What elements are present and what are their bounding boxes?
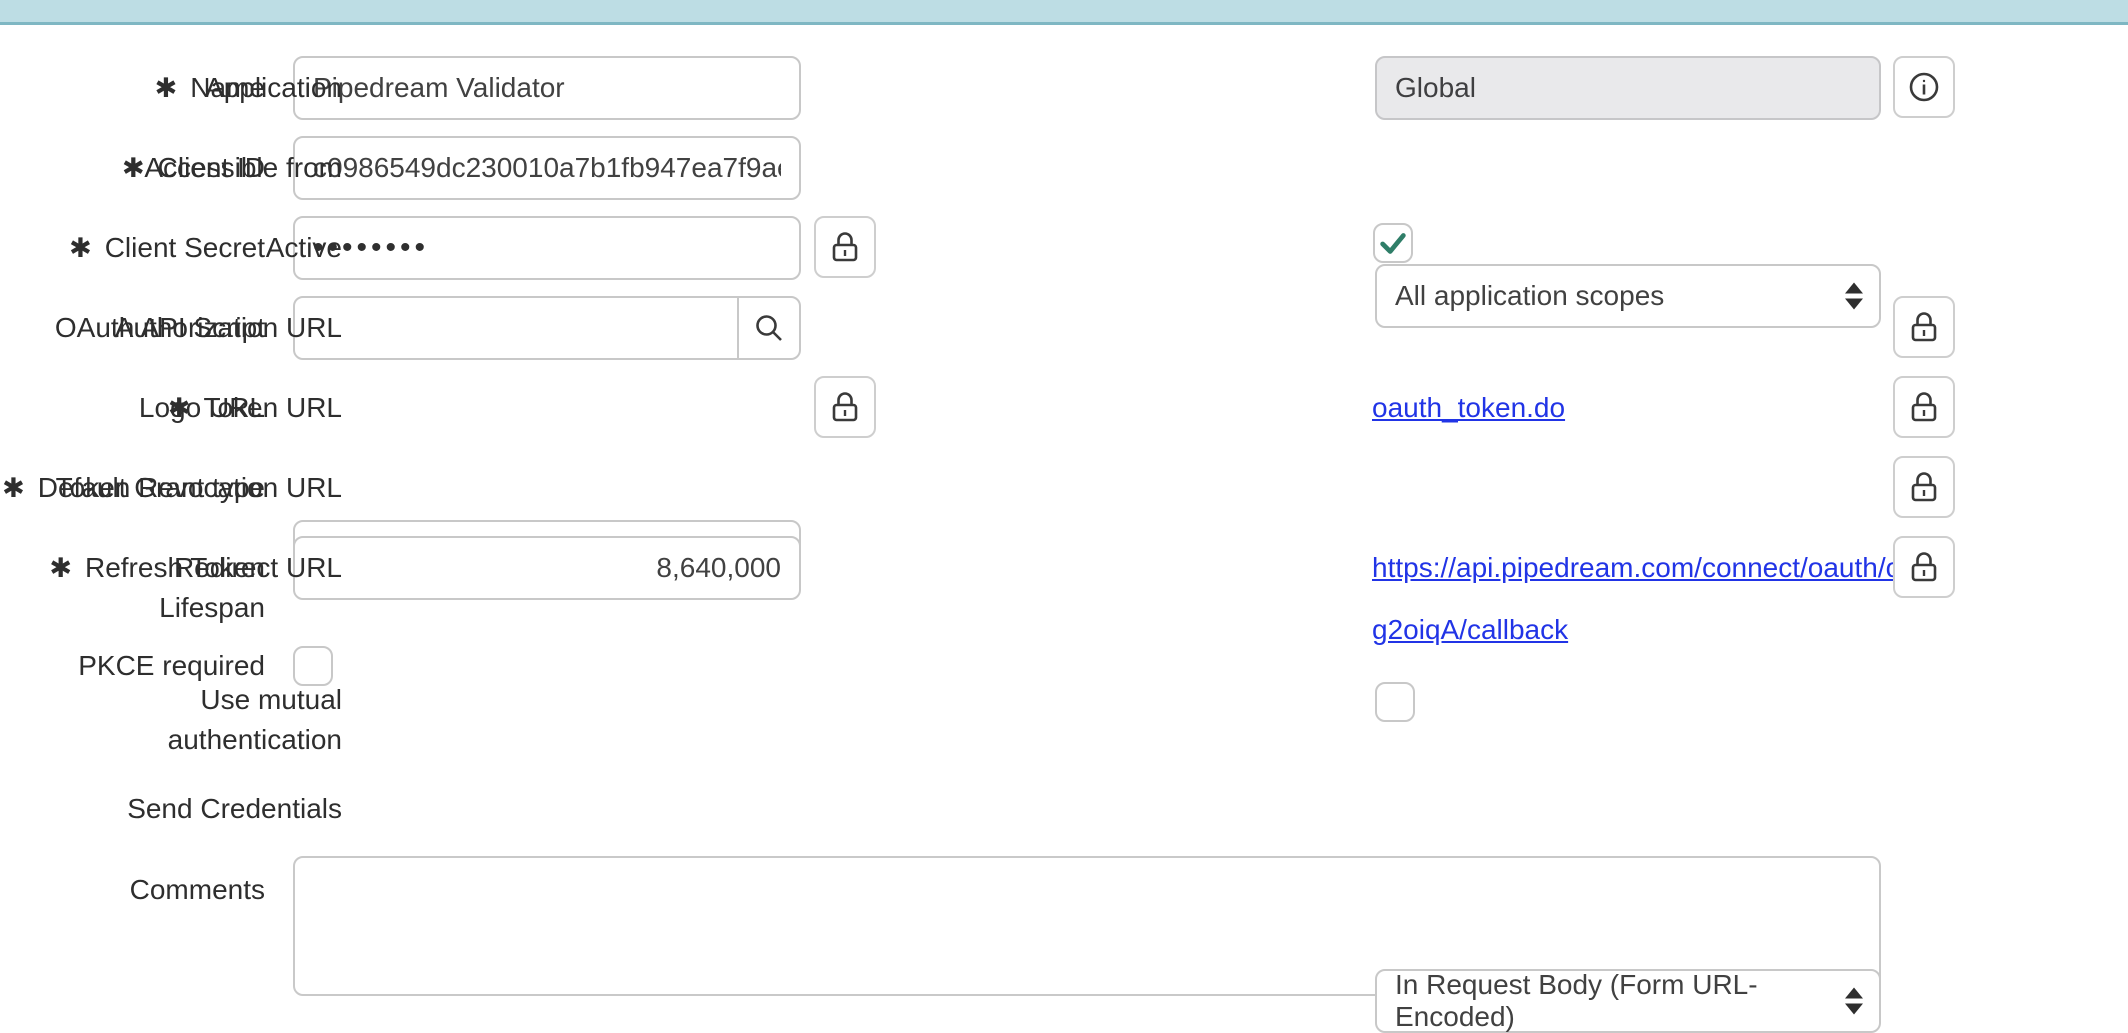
oauth-api-script-input[interactable]	[293, 296, 801, 360]
form-header-bar	[0, 0, 2128, 25]
reference-lookup-button[interactable]	[737, 298, 799, 358]
authorization-url-label: Authorization URL	[0, 296, 342, 360]
token-url-link[interactable]: oauth_token.do	[1372, 376, 1565, 440]
token-url-lock-button[interactable]	[1893, 376, 1955, 438]
redirect-url-link[interactable]: https://api.pipedream.com/connect/oauth/…	[1372, 537, 1884, 661]
checkmark-icon	[1377, 227, 1409, 259]
search-icon	[753, 312, 785, 344]
token-url-label: ✱ Token URL	[0, 376, 342, 440]
client-id-input[interactable]	[293, 136, 801, 200]
application-info-button[interactable]	[1893, 56, 1955, 118]
required-marker: ✱	[168, 391, 191, 425]
info-icon	[1908, 71, 1940, 103]
comments-label: Comments	[0, 858, 265, 922]
logo-url-lock-button[interactable]	[814, 376, 876, 438]
authorization-url-lock-button[interactable]	[1893, 296, 1955, 358]
lock-icon	[1909, 390, 1939, 424]
select-arrows-icon	[1845, 988, 1863, 1015]
use-mutual-authentication-checkbox[interactable]	[1375, 682, 1415, 722]
accessible-from-select[interactable]: All application scopes	[1375, 264, 1881, 328]
client-secret-input[interactable]	[293, 216, 801, 280]
accessible-from-label: Accessible from	[0, 136, 342, 200]
application-input	[1375, 56, 1881, 120]
active-checkbox[interactable]	[1373, 223, 1413, 263]
send-credentials-select[interactable]: In Request Body (Form URL-Encoded)	[1375, 969, 1881, 1033]
client-secret-lock-button[interactable]	[814, 216, 876, 278]
application-label: Application	[0, 56, 342, 120]
lock-icon	[1909, 550, 1939, 584]
name-input[interactable]	[293, 56, 801, 120]
refresh-token-lifespan-input[interactable]	[293, 536, 801, 600]
token-revocation-url-label: Token Revocation URL	[0, 456, 342, 520]
send-credentials-label: Send Credentials	[0, 777, 342, 841]
lock-icon	[1909, 470, 1939, 504]
lock-icon	[830, 230, 860, 264]
select-arrows-icon	[1845, 283, 1863, 310]
redirect-url-label: Redirect URL	[0, 536, 342, 600]
token-revocation-url-lock-button[interactable]	[1893, 456, 1955, 518]
use-mutual-authentication-label: Use mutual authentication	[0, 680, 342, 760]
lock-icon	[830, 390, 860, 424]
redirect-url-lock-button[interactable]	[1893, 536, 1955, 598]
active-label: Active	[0, 216, 342, 280]
oauth-registry-form: ✱ Name ✱ Client ID ✱ Client Secret OAuth…	[0, 0, 2128, 948]
lock-icon	[1909, 310, 1939, 344]
